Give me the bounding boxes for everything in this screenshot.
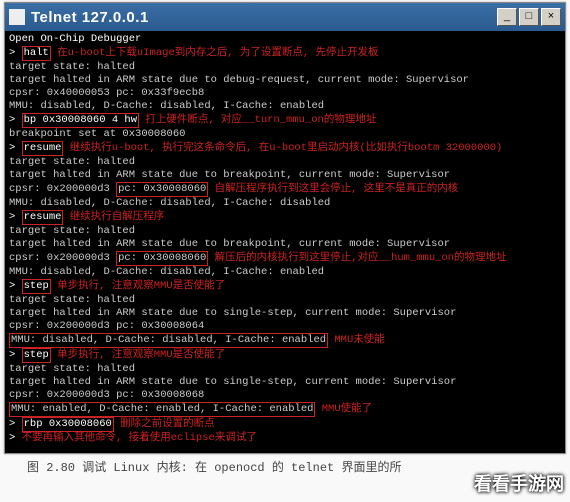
pc-highlight: pc: 0x30008060: [116, 251, 208, 266]
terminal-output[interactable]: Open On-Chip Debugger > halt 在u-boot上下载u…: [5, 31, 565, 453]
note: 继续执行u-boot, 执行完这条命令后, 在u-boot里启动内核(比如执行b…: [63, 142, 502, 154]
term-line: > step 单步执行, 注意观察MMU是否使能了: [9, 279, 561, 294]
term-line: target state: halted: [9, 61, 561, 74]
term-line: cpsr: 0x200000d3 pc: 0x30008064: [9, 320, 561, 333]
term-line: target state: halted: [9, 294, 561, 307]
note: MMU未使能: [328, 334, 385, 346]
note: 单步执行, 注意观察MMU是否使能了: [51, 280, 225, 292]
term-line: target state: halted: [9, 363, 561, 376]
term-line: MMU: enabled, D-Cache: enabled, I-Cache:…: [9, 402, 561, 417]
telnet-icon: [9, 9, 25, 25]
term-line: > resume 继续执行u-boot, 执行完这条命令后, 在u-boot里启…: [9, 141, 561, 156]
term-line: MMU: disabled, D-Cache: disabled, I-Cach…: [9, 100, 561, 113]
term-line: > step 单步执行, 注意观察MMU是否使能了: [9, 348, 561, 363]
term-line: target halted in ARM state due to breakp…: [9, 238, 561, 251]
pc-highlight: pc: 0x30008060: [116, 182, 208, 197]
mmu-line: MMU: enabled, D-Cache: enabled, I-Cache:…: [9, 402, 315, 417]
term-line: MMU: disabled, D-Cache: disabled, I-Cach…: [9, 333, 561, 348]
note: 解压后的内核执行到这里停止,对应__hum_mmu_on的物理地址: [208, 252, 506, 264]
term-line: cpsr: 0x200000d3 pc: 0x30008060 自解压程序执行到…: [9, 182, 561, 197]
term-line: cpsr: 0x200000d3 pc: 0x30008060 解压后的内核执行…: [9, 251, 561, 266]
cmd-bp: bp 0x30008060 4 hw: [22, 113, 139, 128]
term-line: MMU: disabled, D-Cache: disabled, I-Cach…: [9, 266, 561, 279]
note: 打上硬件断点, 对应__turn_mmu_on的物理地址: [139, 114, 376, 126]
mmu-line: MMU: disabled, D-Cache: disabled, I-Cach…: [9, 333, 328, 348]
note: 自解压程序执行到这里会停止, 这里不是真正的内核: [208, 183, 458, 195]
cmd-resume: resume: [22, 141, 64, 156]
term-line: > rbp 0x30008060 删除之前设置的断点: [9, 417, 561, 432]
maximize-button[interactable]: □: [519, 8, 539, 26]
term-line: > resume 继续执行自解压程序: [9, 210, 561, 225]
term-line: cpsr: 0x200000d3 pc: 0x30008068: [9, 389, 561, 402]
minimize-button[interactable]: _: [497, 8, 517, 26]
titlebar: Telnet 127.0.0.1 _ □ ×: [5, 3, 565, 31]
term-line: target state: halted: [9, 156, 561, 169]
term-line: breakpoint set at 0x30008060: [9, 128, 561, 141]
term-line: target state: halted: [9, 225, 561, 238]
telnet-window: Telnet 127.0.0.1 _ □ × Open On-Chip Debu…: [4, 2, 566, 454]
term-line: target halted in ARM state due to single…: [9, 376, 561, 389]
cmd-rbp: rbp 0x30008060: [22, 417, 114, 432]
note: 继续执行自解压程序: [63, 211, 164, 223]
note: 不要再输入其他命令, 接着使用eclipse来调试了: [22, 432, 257, 444]
term-line: target halted in ARM state due to single…: [9, 307, 561, 320]
cmd-step: step: [22, 279, 51, 294]
note: 删除之前设置的断点: [114, 418, 215, 430]
term-line: > 不要再输入其他命令, 接着使用eclipse来调试了: [9, 432, 561, 445]
note: 单步执行, 注意观察MMU是否使能了: [51, 349, 225, 361]
cmd-step: step: [22, 348, 51, 363]
term-line: > bp 0x30008060 4 hw 打上硬件断点, 对应__turn_mm…: [9, 113, 561, 128]
window-title: Telnet 127.0.0.1: [31, 9, 497, 26]
note: 在u-boot上下载uImage到内存之后, 为了设置断点, 先停止开发板: [51, 47, 379, 59]
term-line: target halted in ARM state due to breakp…: [9, 169, 561, 182]
window-buttons: _ □ ×: [497, 8, 561, 26]
note: MMU使能了: [315, 403, 372, 415]
term-line: MMU: disabled, D-Cache: disabled, I-Cach…: [9, 197, 561, 210]
watermark: 看看手游网: [474, 470, 564, 496]
term-line: Open On-Chip Debugger: [9, 33, 561, 46]
close-button[interactable]: ×: [541, 8, 561, 26]
term-line: cpsr: 0x40000053 pc: 0x33f9ecb8: [9, 87, 561, 100]
cmd-resume: resume: [22, 210, 64, 225]
term-line: target halted in ARM state due to debug-…: [9, 74, 561, 87]
cmd-halt: halt: [22, 46, 51, 61]
term-line: > halt 在u-boot上下载uImage到内存之后, 为了设置断点, 先停…: [9, 46, 561, 61]
